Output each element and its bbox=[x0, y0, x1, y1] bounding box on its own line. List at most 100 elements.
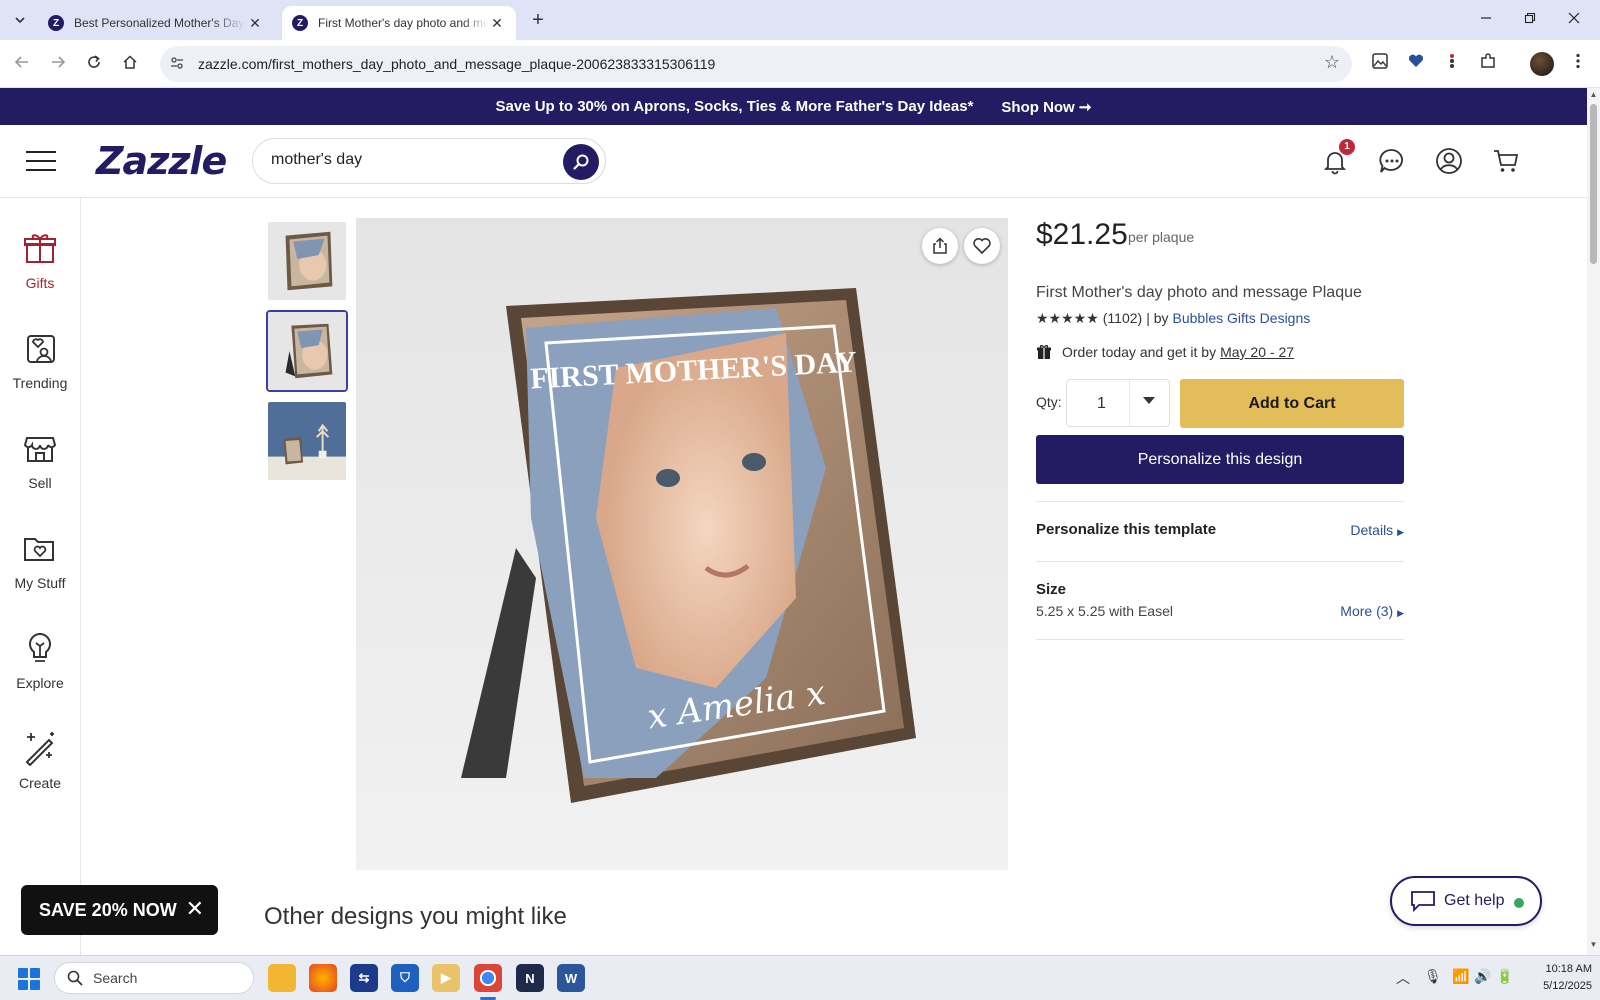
notifications-button[interactable]: 1 bbox=[1315, 139, 1355, 181]
windows-taskbar: Search ⇆ ⛉ ▶ N W ︿ 🎙 📶 🔊 🔋 10:18 AM 5/12… bbox=[0, 955, 1600, 1000]
review-count[interactable]: (1102) bbox=[1103, 310, 1142, 327]
personalize-template-heading: Personalize this template bbox=[1036, 521, 1217, 538]
new-tab-button[interactable]: + bbox=[526, 8, 550, 32]
image-search-icon[interactable] bbox=[1368, 52, 1392, 76]
zazzle-favicon-icon: Z bbox=[292, 15, 308, 31]
cart-button[interactable] bbox=[1486, 141, 1526, 181]
quantity-select[interactable]: 1 bbox=[1066, 379, 1170, 427]
share-button[interactable] bbox=[922, 228, 958, 264]
details-link-label: Details bbox=[1350, 522, 1394, 538]
other-designs-heading: Other designs you might like bbox=[264, 903, 567, 930]
size-more-label: More (3) bbox=[1340, 603, 1394, 619]
notation-app-icon[interactable]: N bbox=[516, 964, 544, 992]
file-explorer-icon[interactable] bbox=[268, 964, 296, 992]
restore-button[interactable] bbox=[1508, 6, 1552, 34]
media-player-icon[interactable]: ▶ bbox=[432, 964, 460, 992]
battery-icon[interactable]: 🔋 bbox=[1496, 968, 1513, 985]
scroll-down-icon[interactable]: ▼ bbox=[1589, 940, 1598, 949]
volume-icon[interactable]: 🔊 bbox=[1474, 968, 1491, 985]
sidebar-item-label: Sell bbox=[28, 475, 52, 491]
search-input[interactable] bbox=[271, 151, 541, 169]
close-tab-icon[interactable]: ✕ bbox=[246, 15, 264, 32]
sidebar-item-create[interactable]: Create bbox=[0, 730, 80, 800]
divider bbox=[1036, 561, 1404, 562]
profile-avatar[interactable] bbox=[1530, 52, 1554, 76]
seller-link[interactable]: Bubbles Gifts Designs bbox=[1173, 310, 1311, 327]
home-button[interactable] bbox=[116, 50, 144, 78]
star-rating-icon[interactable]: ★★★★★ bbox=[1036, 310, 1099, 327]
rating-row: ★★★★★ (1102) | by Bubbles Gifts Designs bbox=[1036, 310, 1310, 327]
chrome-icon[interactable] bbox=[474, 964, 502, 992]
get-help-label: Get help bbox=[1444, 892, 1505, 909]
size-more-link[interactable]: More (3) ▶ bbox=[1340, 603, 1404, 619]
microphone-icon[interactable]: 🎙 bbox=[1424, 968, 1442, 985]
sidebar-item-explore[interactable]: Explore bbox=[0, 630, 80, 700]
sidebar-item-gifts[interactable]: Gifts bbox=[0, 230, 80, 300]
hamburger-menu-icon[interactable] bbox=[26, 151, 56, 171]
back-button[interactable] bbox=[8, 50, 36, 78]
system-clock[interactable]: 10:18 AM 5/12/2025 bbox=[1520, 961, 1592, 995]
search-icon bbox=[573, 154, 589, 170]
reload-button[interactable] bbox=[80, 50, 108, 78]
product-thumbnail-3[interactable] bbox=[266, 400, 348, 482]
wifi-icon[interactable]: 📶 bbox=[1452, 968, 1469, 985]
notification-badge: 1 bbox=[1339, 139, 1355, 155]
add-to-cart-button[interactable]: Add to Cart bbox=[1180, 379, 1404, 428]
address-bar[interactable]: zazzle.com/first_mothers_day_photo_and_m… bbox=[160, 46, 1352, 82]
extensions-puzzle-icon[interactable] bbox=[1476, 52, 1500, 76]
sidebar-item-my-stuff[interactable]: My Stuff bbox=[0, 530, 80, 600]
sidebar-item-trending[interactable]: Trending bbox=[0, 330, 80, 400]
messages-button[interactable] bbox=[1372, 141, 1412, 181]
forward-button[interactable] bbox=[44, 50, 72, 78]
details-link[interactable]: Details ▶ bbox=[1350, 522, 1404, 538]
tray-chevron-up-icon[interactable]: ︿ bbox=[1396, 968, 1410, 988]
site-header: Zazzle 1 bbox=[0, 125, 1587, 198]
close-window-button[interactable] bbox=[1552, 6, 1596, 34]
shopping-cart-icon bbox=[1494, 150, 1519, 172]
promo-banner[interactable]: Save Up to 30% on Aprons, Socks, Ties & … bbox=[0, 88, 1587, 125]
zazzle-logo[interactable]: Zazzle bbox=[96, 139, 227, 183]
taskbar-search[interactable]: Search bbox=[54, 962, 254, 994]
browser-tab-inactive[interactable]: Z Best Personalized Mother's Day Gifts ✕ bbox=[38, 6, 274, 40]
sidebar-item-sell[interactable]: Sell bbox=[0, 430, 80, 500]
browser-tab-active[interactable]: Z First Mother's day photo and message P… bbox=[282, 6, 516, 40]
delivery-dates-link[interactable]: May 20 - 27 bbox=[1220, 344, 1294, 360]
reload-icon bbox=[88, 55, 100, 68]
favorite-button[interactable] bbox=[964, 228, 1000, 264]
bookmark-star-icon[interactable]: ☆ bbox=[1324, 52, 1340, 73]
account-button[interactable] bbox=[1429, 141, 1469, 181]
scroll-up-icon[interactable]: ▲ bbox=[1589, 90, 1598, 99]
thumbnail-image bbox=[268, 222, 346, 300]
shop-now-link[interactable]: Shop Now ➞ bbox=[1001, 98, 1091, 116]
thumbnail-image bbox=[268, 312, 346, 390]
user-circle-icon bbox=[1436, 148, 1462, 174]
firefox-icon[interactable] bbox=[309, 964, 337, 992]
extension-heart-icon[interactable] bbox=[1404, 52, 1428, 76]
save-20-promo-button[interactable]: SAVE 20% NOW ✕ bbox=[21, 885, 218, 935]
scroll-thumb[interactable] bbox=[1590, 104, 1597, 264]
close-tab-icon[interactable]: ✕ bbox=[488, 15, 506, 32]
teamviewer-icon[interactable]: ⇆ bbox=[350, 964, 378, 992]
product-thumbnail-1[interactable] bbox=[266, 220, 348, 302]
by-label: | by bbox=[1146, 310, 1169, 326]
browser-menu-icon[interactable] bbox=[1566, 52, 1590, 76]
divider bbox=[1036, 639, 1404, 640]
arrow-right-icon bbox=[52, 56, 66, 68]
page-scrollbar[interactable]: ▲ ▼ bbox=[1587, 88, 1600, 955]
tab-search-button[interactable] bbox=[8, 8, 32, 32]
security-shield-icon[interactable]: ⛉ bbox=[391, 964, 419, 992]
main-product-image[interactable]: FIRST MOTHER'S DAY x Amelia x bbox=[356, 218, 1008, 870]
windows-start-icon[interactable] bbox=[18, 968, 40, 990]
personalize-design-button[interactable]: Personalize this design bbox=[1036, 435, 1404, 484]
product-thumbnail-2[interactable] bbox=[266, 310, 348, 392]
search-button[interactable] bbox=[563, 144, 599, 180]
search-icon bbox=[67, 970, 83, 986]
minimize-button[interactable] bbox=[1464, 6, 1508, 34]
extension-dots-icon[interactable] bbox=[1440, 52, 1464, 76]
close-icon[interactable]: ✕ bbox=[186, 897, 204, 921]
word-icon[interactable]: W bbox=[557, 964, 585, 992]
get-help-button[interactable]: Get help bbox=[1390, 876, 1542, 926]
site-info-icon[interactable] bbox=[170, 56, 192, 73]
chevron-down-icon bbox=[1143, 397, 1155, 404]
zazzle-favicon-icon: Z bbox=[48, 15, 64, 31]
